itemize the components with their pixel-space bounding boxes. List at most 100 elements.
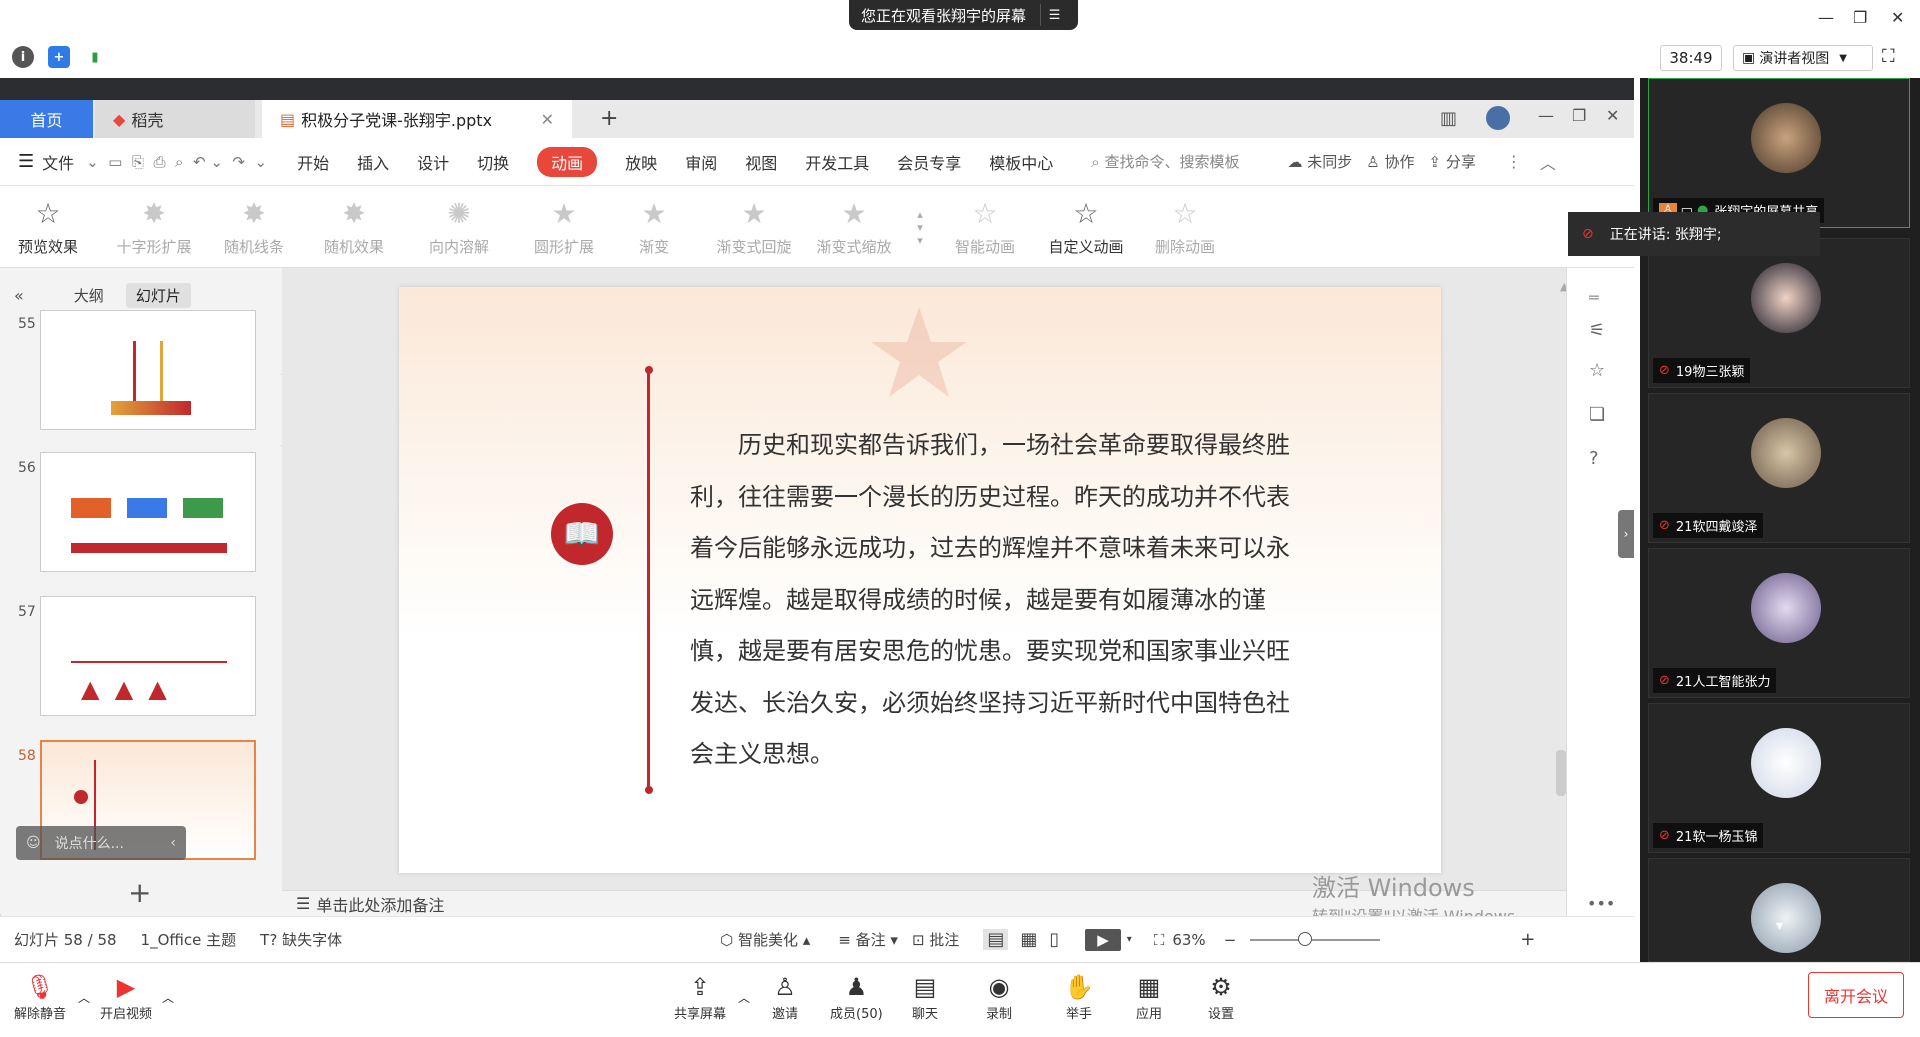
help-icon[interactable]: ? bbox=[1589, 448, 1599, 469]
participant-tile[interactable]: ⊘ 21软一杨玉锦 bbox=[1648, 703, 1910, 853]
notes-toggle-button[interactable]: ≡ 备注 ▾ bbox=[838, 929, 898, 950]
collapse-panel-icon[interactable]: « bbox=[14, 286, 24, 305]
effect-random[interactable]: ✸ 随机效果 bbox=[304, 186, 404, 268]
chat-button[interactable]: ▤ 聊天 bbox=[912, 971, 938, 1022]
play-button[interactable]: ▶ bbox=[1085, 928, 1121, 951]
collapse-ribbon-icon[interactable]: ︿ bbox=[1540, 150, 1556, 174]
menu-developer[interactable]: 开发工具 bbox=[805, 150, 869, 174]
wps-restore-icon[interactable]: ❐ bbox=[1572, 106, 1586, 125]
zoom-value[interactable]: 63% bbox=[1172, 931, 1205, 949]
participant-tile[interactable]: ⊘ 19物三张颖 bbox=[1648, 238, 1910, 388]
user-avatar[interactable] bbox=[1486, 106, 1510, 130]
share-button[interactable]: ⇪ 分享 bbox=[1428, 151, 1475, 172]
adjust-icon[interactable]: ⚟ bbox=[1589, 320, 1605, 341]
menu-member[interactable]: 会员专享 bbox=[897, 150, 961, 174]
chevron-left-icon[interactable]: ‹ bbox=[170, 835, 176, 851]
wps-close-icon[interactable]: ✕ bbox=[1606, 106, 1619, 125]
share-screen-button[interactable]: ⇪ 共享屏幕 bbox=[674, 971, 726, 1022]
custom-animation-button[interactable]: ☆ 自定义动画 bbox=[1036, 186, 1136, 268]
hamburger-icon[interactable]: ☰ bbox=[18, 151, 34, 172]
layout-icon[interactable]: ▥ bbox=[1440, 108, 1457, 129]
reading-view-icon[interactable]: ▯ bbox=[1049, 929, 1059, 950]
new-tab-icon[interactable]: + bbox=[600, 106, 618, 131]
chat-input[interactable]: ☺ 说点什么... ‹ bbox=[16, 826, 186, 860]
menu-home[interactable]: 开始 bbox=[297, 150, 329, 174]
play-options-icon[interactable]: ▾ bbox=[1127, 934, 1132, 945]
presenter-view-select[interactable]: ▣ 演讲者视图 ▼ bbox=[1733, 45, 1873, 71]
search-command[interactable]: ⌕ 查找命令、搜索模板 bbox=[1091, 151, 1239, 172]
missing-font-button[interactable]: T? 缺失字体 bbox=[260, 929, 342, 950]
effect-fade[interactable]: ★ 渐变 bbox=[614, 186, 694, 268]
smart-beautify-button[interactable]: ⬡ 智能美化 ▴ bbox=[720, 929, 810, 950]
members-button[interactable]: ♟ 成员(50) bbox=[830, 971, 883, 1022]
slide-thumbnail-56[interactable] bbox=[40, 452, 256, 572]
delete-animation-button[interactable]: ☆ 删除动画 bbox=[1140, 186, 1230, 268]
close-icon[interactable]: ✕ bbox=[1891, 8, 1904, 27]
drag-handle-icon[interactable]: ═ bbox=[1589, 288, 1599, 307]
menu-design[interactable]: 设计 bbox=[417, 150, 449, 174]
menu-transition[interactable]: 切换 bbox=[477, 150, 509, 174]
chevron-up-icon[interactable]: ︿ bbox=[162, 989, 174, 1006]
invite-button[interactable]: ♙ 邀请 bbox=[772, 971, 798, 1022]
more-icon[interactable]: ⋮ bbox=[1506, 152, 1522, 171]
menu-view[interactable]: 视图 bbox=[745, 150, 777, 174]
tab-docer[interactable]: ◆ 稻壳 bbox=[95, 100, 255, 138]
signal-strength-icon[interactable]: ▮ bbox=[84, 46, 106, 68]
zoom-out-icon[interactable]: − bbox=[1224, 931, 1237, 949]
participant-tile[interactable] bbox=[1648, 858, 1910, 962]
effect-fade-zoom[interactable]: ★ 渐变式缩放 bbox=[804, 186, 904, 268]
animation-star-icon[interactable]: ☆ bbox=[1589, 360, 1605, 381]
chevron-up-icon[interactable]: ︿ bbox=[738, 989, 750, 1006]
sync-status[interactable]: ☁ 未同步 bbox=[1287, 151, 1352, 172]
settings-button[interactable]: ⚙ 设置 bbox=[1208, 971, 1234, 1022]
leave-meeting-button[interactable]: 离开会议 bbox=[1808, 972, 1904, 1018]
slide-scrollbar[interactable] bbox=[1556, 750, 1566, 796]
video-button[interactable]: ▶ 开启视频 bbox=[100, 971, 152, 1022]
wps-minimize-icon[interactable]: — bbox=[1538, 106, 1554, 125]
zoom-slider-handle[interactable] bbox=[1298, 931, 1313, 946]
participant-tile[interactable]: ⊘ 21软四戴竣泽 bbox=[1648, 393, 1910, 543]
normal-view-icon[interactable]: ▤ bbox=[983, 929, 1009, 950]
participant-tile[interactable]: ♙ ▭ ● 张翔宇的屏幕共享 bbox=[1648, 78, 1910, 228]
minimize-icon[interactable]: — bbox=[1818, 8, 1834, 27]
comment-button[interactable]: ⊡ 批注 bbox=[912, 929, 959, 950]
emoji-icon[interactable]: ☺ bbox=[26, 835, 41, 851]
apps-button[interactable]: ▦ 应用 bbox=[1136, 971, 1162, 1022]
slides-icon[interactable]: ❏ bbox=[1589, 404, 1605, 425]
slide-body-text[interactable]: 历史和现实都告诉我们，一场社会革命要取得最终胜利，往往需要一个漫长的历史过程。昨… bbox=[690, 420, 1290, 781]
slide-thumbnail-55[interactable] bbox=[40, 310, 256, 430]
menu-file[interactable]: 文件 bbox=[42, 150, 74, 174]
tab-slides[interactable]: 幻灯片 bbox=[125, 283, 191, 308]
record-button[interactable]: ◉ 录制 bbox=[986, 971, 1012, 1022]
zoom-slider[interactable] bbox=[1250, 931, 1381, 946]
sorter-view-icon[interactable]: ▦ bbox=[1020, 929, 1037, 950]
effect-random-lines[interactable]: ✸ 随机线条 bbox=[204, 186, 304, 268]
menu-review[interactable]: 审阅 bbox=[685, 150, 717, 174]
fullscreen-icon[interactable]: ⛶ bbox=[1882, 46, 1895, 67]
preview-effect-button[interactable]: ☆ 预览效果 bbox=[8, 186, 88, 268]
menu-template[interactable]: 模板中心 bbox=[989, 150, 1053, 174]
tab-document[interactable]: ▤ 积极分子党课-张翔宇.pptx ✕ bbox=[262, 100, 572, 138]
banner-menu-icon[interactable]: ☰ bbox=[1040, 4, 1068, 26]
collab-button[interactable]: ♙ 协作 bbox=[1366, 151, 1414, 172]
gallery-scroll[interactable]: ▴ ▾ ▾ bbox=[905, 186, 935, 268]
menu-insert[interactable]: 插入 bbox=[357, 150, 389, 174]
tab-home[interactable]: 首页 bbox=[0, 100, 93, 138]
chevron-up-icon[interactable]: ︿ bbox=[78, 989, 90, 1006]
restore-icon[interactable]: ❐ bbox=[1853, 8, 1867, 27]
smart-animation-button[interactable]: ☆ 智能动画 bbox=[940, 186, 1030, 268]
tab-close-icon[interactable]: ✕ bbox=[541, 110, 554, 129]
mute-button[interactable]: 🎙 解除静音 bbox=[14, 971, 66, 1022]
more-dots-icon[interactable]: ••• bbox=[1587, 894, 1615, 913]
tab-outline[interactable]: 大纲 bbox=[74, 285, 104, 306]
raise-hand-button[interactable]: ✋ 举手 bbox=[1064, 971, 1094, 1022]
menu-animation[interactable]: 动画 bbox=[537, 146, 598, 177]
menu-slideshow[interactable]: 放映 bbox=[625, 150, 657, 174]
effect-cross-expand[interactable]: ✸ 十字形扩展 bbox=[104, 186, 204, 268]
info-icon[interactable]: i bbox=[12, 46, 34, 68]
zoom-in-icon[interactable]: + bbox=[1520, 929, 1535, 950]
slide-thumbnail-57[interactable]: ▲ ▲ ▲ bbox=[40, 596, 256, 716]
effect-circle-expand[interactable]: ★ 圆形扩展 bbox=[514, 186, 614, 268]
add-slide-icon[interactable]: + bbox=[128, 876, 151, 909]
scroll-down-icon[interactable]: ▾ bbox=[1776, 918, 1783, 934]
